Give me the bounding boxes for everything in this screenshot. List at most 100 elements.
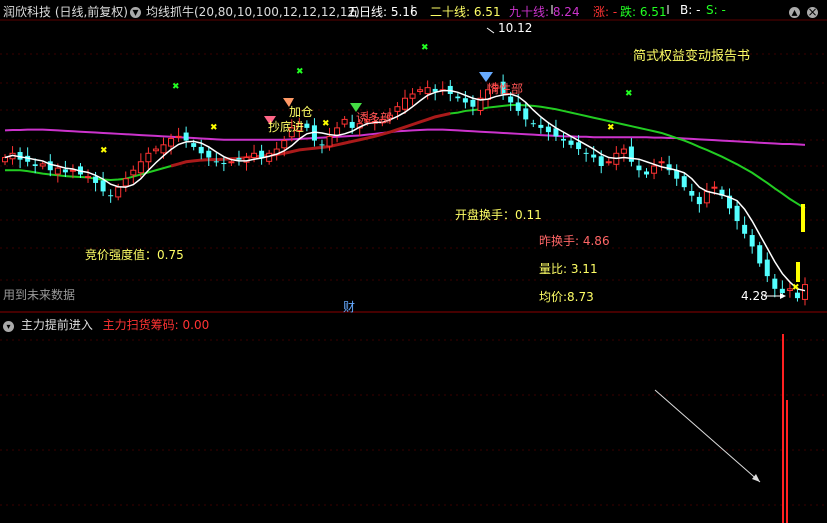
candle-body <box>508 96 514 103</box>
candle-body <box>32 164 38 166</box>
candle-body <box>681 176 687 188</box>
candle-body <box>409 93 416 99</box>
svg-text:✖: ✖ <box>421 43 429 53</box>
candle-body <box>93 176 99 183</box>
candle-body <box>523 108 529 120</box>
candle-body <box>206 150 212 158</box>
candle-body <box>251 152 258 159</box>
candle-body <box>281 140 288 149</box>
candle-body <box>772 278 778 289</box>
candle-body <box>334 127 341 136</box>
candle-body <box>168 137 175 147</box>
candle-body <box>591 154 597 158</box>
svg-text:✖: ✖ <box>607 123 615 133</box>
candle-body <box>69 169 76 172</box>
candle-body <box>259 150 265 158</box>
candle-body <box>689 190 695 196</box>
candle-body <box>228 161 235 164</box>
avg-price: 均价:8.73 <box>539 290 594 304</box>
svg-text:✖: ✖ <box>625 89 633 99</box>
candle-body <box>175 135 182 138</box>
svg-text:✖: ✖ <box>172 82 180 92</box>
candle-body <box>742 224 748 234</box>
candle-body <box>636 165 642 171</box>
candle-body <box>394 106 401 112</box>
candle-body <box>47 161 53 171</box>
report-label: 简式权益变动报告书 <box>633 49 751 64</box>
candle-body <box>515 102 521 111</box>
candle-body <box>764 259 770 277</box>
indicator-name: 均线抓牛(20,80,10,100,12,12,12,12) <box>146 5 360 19</box>
candle-body <box>304 123 310 128</box>
sub-indicator-value: 主力扫货筹码: 0.00 <box>102 318 210 332</box>
candle-body <box>703 190 710 204</box>
candle-body <box>644 171 650 175</box>
candle-body <box>530 123 536 125</box>
bottom-buy-label: 抄底进 <box>268 120 305 134</box>
candle-body <box>658 161 665 164</box>
candle-body <box>145 152 152 163</box>
candle-body <box>402 97 408 110</box>
future-data-label: 用到未来数据 <box>3 288 76 302</box>
candle-body <box>62 169 68 173</box>
candle-body <box>160 144 167 154</box>
finance-badge[interactable]: 财 <box>343 298 355 315</box>
candle-body <box>651 165 658 174</box>
candle-body <box>326 135 333 147</box>
candle-body <box>319 144 325 146</box>
candle-body <box>39 163 46 167</box>
candle-body <box>545 126 551 133</box>
candle-body <box>341 118 348 125</box>
candle-body <box>628 146 634 162</box>
inertia-label: 惰性部 <box>487 82 524 96</box>
ma20-line <box>5 104 806 210</box>
candle-body <box>2 157 8 163</box>
sub-menu-icon[interactable]: ▾ <box>3 318 14 332</box>
candle-body <box>115 186 122 198</box>
sub-indicator-name: 主力提前进入 <box>20 318 93 332</box>
candle-body <box>417 89 424 92</box>
candle-body <box>470 99 476 107</box>
sub-bar <box>786 400 788 523</box>
candle-body <box>734 205 740 222</box>
chart-header: 润欣科技 (日线,前复权) ▾ 均线抓牛(20,80,10,100,12,12,… <box>3 3 818 19</box>
candle-body <box>349 121 355 128</box>
candle-body <box>794 292 800 299</box>
candle-body <box>108 195 114 197</box>
ma90-value: 九十线: 8.24 <box>509 5 580 19</box>
candle-body <box>605 161 612 164</box>
ma20-value: 二十线: 6.51 <box>430 5 501 19</box>
candle-body <box>236 157 242 160</box>
svg-text:✖: ✖ <box>322 119 330 129</box>
candle-body <box>424 87 431 95</box>
candle-body <box>198 146 204 154</box>
open-turnover: 开盘换手：0.11 <box>455 208 542 222</box>
s-value: S: - <box>706 3 726 17</box>
ma90-line <box>4 128 806 146</box>
candle-body <box>221 163 227 165</box>
candle-body <box>802 284 808 300</box>
bid-strength: 竞价强度值：0.75 <box>85 248 184 262</box>
candle-body <box>749 235 755 247</box>
candle-body <box>576 142 582 150</box>
ma5-value: 五日线: 5.16 <box>347 5 418 19</box>
candle-body <box>462 98 468 103</box>
low-label: 4.28 <box>741 289 768 303</box>
b-value: B: - <box>680 3 701 17</box>
stock-title: 润欣科技 (日线,前复权) <box>3 5 128 19</box>
candle-body <box>757 245 763 264</box>
candle-body <box>711 186 718 189</box>
candle-body <box>560 138 566 141</box>
fall-value: 跌: 6.51 <box>620 5 667 19</box>
candle-body <box>54 167 61 175</box>
candle-body <box>130 169 137 176</box>
candle-body <box>85 176 92 179</box>
candle-body <box>620 148 627 154</box>
candle-body <box>191 143 197 147</box>
svg-text:✖: ✖ <box>792 283 800 293</box>
candle-body <box>100 180 106 192</box>
candle-body <box>779 288 785 294</box>
candle-body <box>213 161 219 163</box>
candle-body <box>455 96 461 99</box>
sub-panel-header: ▾ 主力提前进入 主力扫货筹码: 0.00 <box>3 316 209 333</box>
